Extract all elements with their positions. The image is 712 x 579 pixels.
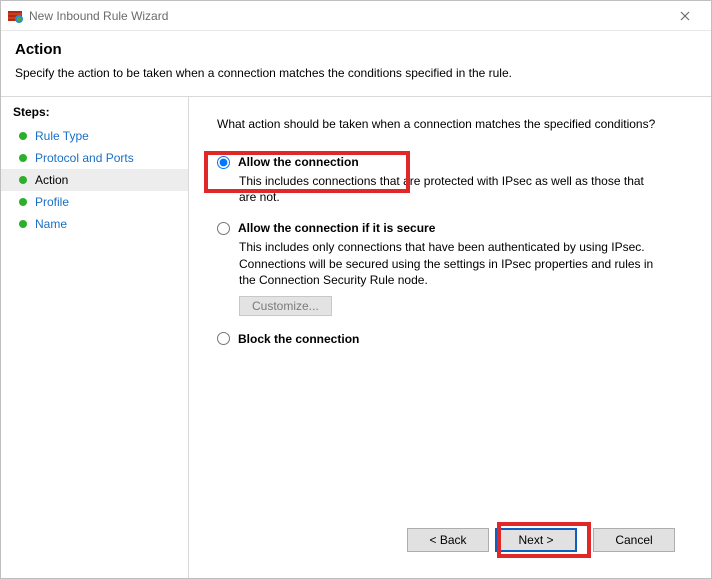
option-allow-secure-head[interactable]: Allow the connection if it is secure <box>217 221 689 235</box>
step-action[interactable]: Action <box>1 169 188 191</box>
steps-sidebar: Steps: Rule Type Protocol and Ports Acti… <box>1 97 189 578</box>
option-allow-head[interactable]: Allow the connection <box>217 155 689 169</box>
option-allow-secure-title: Allow the connection if it is secure <box>238 221 435 235</box>
window-title: New Inbound Rule Wizard <box>29 9 665 23</box>
bullet-icon <box>19 198 27 206</box>
option-block-title: Block the connection <box>238 332 359 346</box>
wizard-window: New Inbound Rule Wizard Action Specify t… <box>0 0 712 579</box>
option-block: Block the connection <box>217 332 689 346</box>
step-label: Rule Type <box>35 129 89 143</box>
page-subtitle: Specify the action to be taken when a co… <box>15 66 697 80</box>
option-allow: Allow the connection This includes conne… <box>217 155 689 205</box>
cancel-button[interactable]: Cancel <box>593 528 675 552</box>
step-label: Action <box>35 173 68 187</box>
step-name[interactable]: Name <box>1 213 188 235</box>
step-label: Name <box>35 217 67 231</box>
wizard-content: What action should be taken when a conne… <box>189 97 711 578</box>
bullet-icon <box>19 220 27 228</box>
step-protocol-ports[interactable]: Protocol and Ports <box>1 147 188 169</box>
option-allow-secure: Allow the connection if it is secure Thi… <box>217 221 689 316</box>
close-button[interactable] <box>665 2 705 30</box>
step-profile[interactable]: Profile <box>1 191 188 213</box>
option-allow-title: Allow the connection <box>238 155 359 169</box>
bullet-icon <box>19 154 27 162</box>
step-label: Profile <box>35 195 69 209</box>
radio-block[interactable] <box>217 332 230 345</box>
page-title: Action <box>15 41 697 58</box>
radio-allow[interactable] <box>217 156 230 169</box>
next-button[interactable]: Next > <box>495 528 577 552</box>
option-allow-desc: This includes connections that are prote… <box>239 173 659 205</box>
wizard-body: Steps: Rule Type Protocol and Ports Acti… <box>1 97 711 578</box>
wizard-header: Action Specify the action to be taken wh… <box>1 31 711 96</box>
bullet-icon <box>19 176 27 184</box>
option-block-head[interactable]: Block the connection <box>217 332 689 346</box>
radio-allow-secure[interactable] <box>217 222 230 235</box>
step-rule-type[interactable]: Rule Type <box>1 125 188 147</box>
titlebar: New Inbound Rule Wizard <box>1 1 711 31</box>
step-label: Protocol and Ports <box>35 151 134 165</box>
content-prompt: What action should be taken when a conne… <box>217 117 689 131</box>
bullet-icon <box>19 132 27 140</box>
customize-button: Customize... <box>239 296 332 316</box>
wizard-footer: < Back Next > Cancel <box>217 518 689 562</box>
steps-heading: Steps: <box>1 105 188 125</box>
back-button[interactable]: < Back <box>407 528 489 552</box>
firewall-icon <box>7 8 23 24</box>
option-allow-secure-desc: This includes only connections that have… <box>239 239 659 288</box>
